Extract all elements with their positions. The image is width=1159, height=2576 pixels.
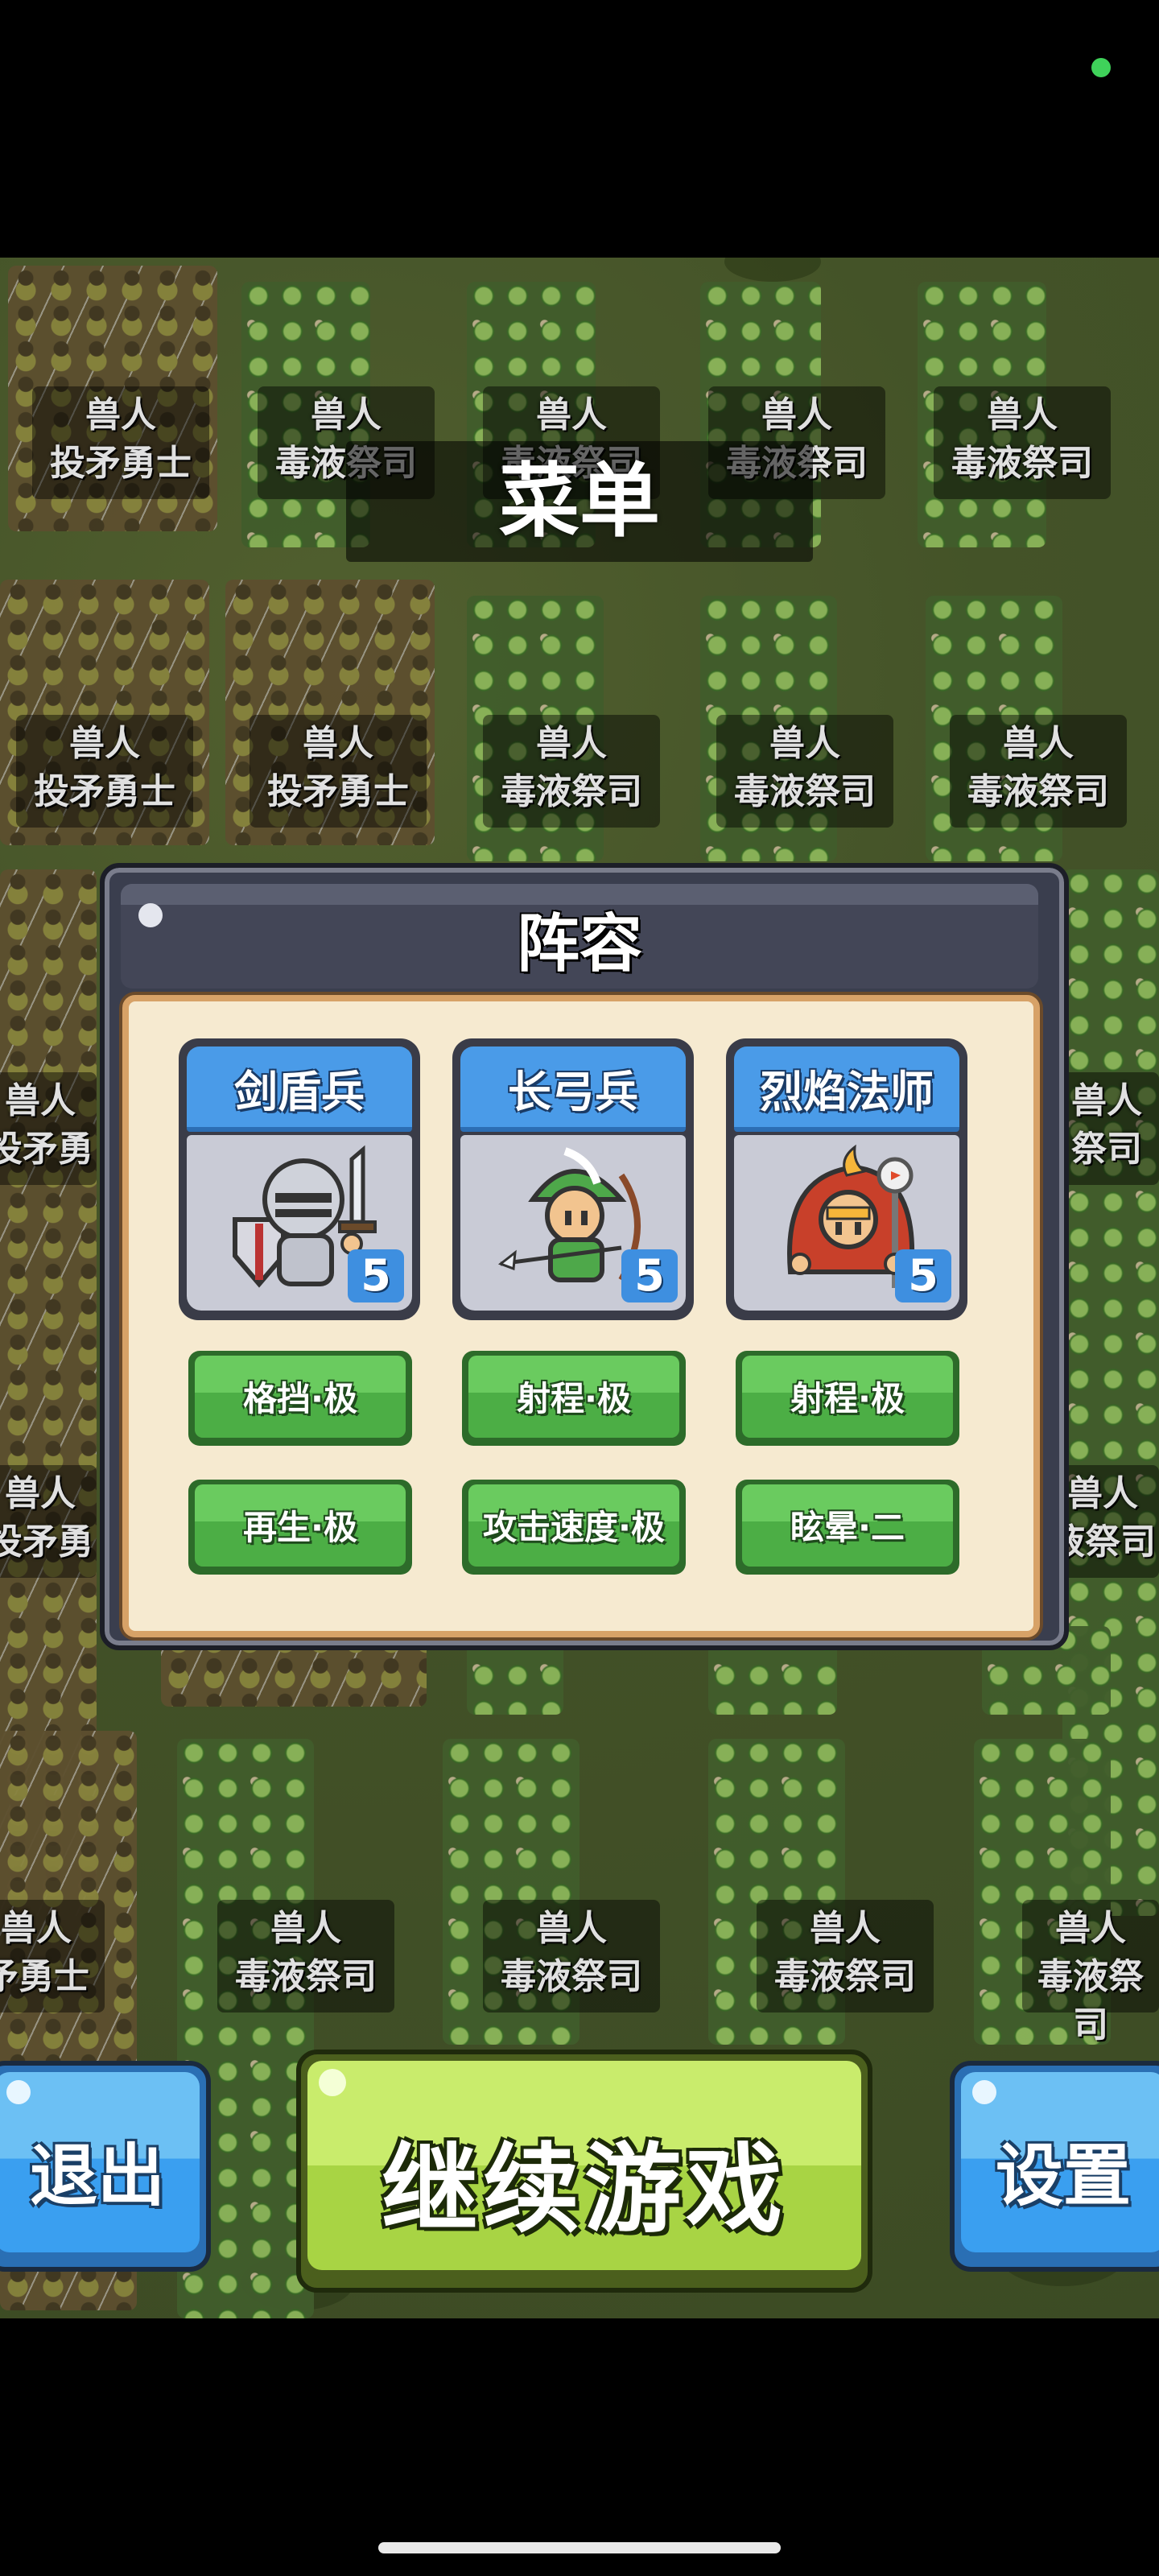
unit-count: 5 <box>621 1249 678 1302</box>
home-indicator[interactable] <box>378 2542 781 2553</box>
button-highlight-dot <box>972 2080 996 2104</box>
knight-icon: 5 <box>187 1135 412 1311</box>
skill-badge[interactable]: 射程·极 <box>462 1351 686 1446</box>
unit-label: 兽人毒液祭司 <box>950 715 1127 828</box>
skill-badge[interactable]: 攻击速度·极 <box>462 1480 686 1575</box>
shaman-troop <box>443 1739 580 2045</box>
unit-label: 兽人毒液祭司 <box>1022 1900 1159 2046</box>
unit-card-header: 剑盾兵 <box>187 1046 412 1132</box>
continue-game-button[interactable]: 继续游戏 <box>296 2050 872 2293</box>
shaman-troop <box>1062 869 1159 1916</box>
unit-label: 兽人 矛勇士 <box>0 1900 105 2013</box>
unit-label: 兽人 投矛勇 <box>0 1072 97 1185</box>
skill-badge[interactable]: 眩晕·二 <box>736 1480 959 1575</box>
quit-button-label: 退出 <box>29 2136 165 2215</box>
unit-card-header: 长弓兵 <box>460 1046 686 1132</box>
unit-label: 兽人毒液祭司 <box>934 386 1111 499</box>
button-highlight-dot <box>6 2080 31 2104</box>
unit-label: 兽人 投矛勇士 <box>16 715 193 828</box>
lineup-panel: 阵容 剑盾兵 5 长弓兵 5 烈焰法师 5 格挡·极 射程·极 射程·极 再生·… <box>100 863 1069 1650</box>
lineup-body: 剑盾兵 5 长弓兵 5 烈焰法师 5 格挡·极 射程·极 射程·极 再生·极 攻… <box>122 995 1040 1637</box>
archer-icon: 5 <box>460 1135 686 1311</box>
fire-mage-icon: 5 <box>734 1135 959 1311</box>
lineup-header: 阵容 <box>121 884 1038 989</box>
spearman-troop <box>0 869 97 1916</box>
shaman-troop <box>974 1739 1111 2045</box>
unit-card-fire-mage[interactable]: 烈焰法师 5 <box>726 1038 967 1320</box>
status-indicator-dot <box>1091 58 1111 77</box>
unit-label: 兽人毒液祭司 <box>757 1900 934 2013</box>
unit-label: 兽人毒液祭司 <box>483 1900 660 2013</box>
unit-card-sword-shield[interactable]: 剑盾兵 5 <box>179 1038 420 1320</box>
unit-label: 兽人 祭司 <box>1054 1072 1159 1185</box>
shaman-troop <box>918 282 1046 547</box>
shaman-troop <box>926 596 1062 861</box>
shaman-troop <box>708 1739 845 2045</box>
spearman-troop <box>0 580 209 845</box>
unit-label: 兽人毒液祭司 <box>716 715 893 828</box>
quit-button[interactable]: 退出 <box>0 2061 211 2272</box>
spearman-troop <box>8 266 217 531</box>
unit-label: 兽人 投矛勇士 <box>32 386 209 499</box>
lineup-title: 阵容 <box>516 908 642 980</box>
skill-badge[interactable]: 格挡·极 <box>188 1351 412 1446</box>
unit-label: 兽人 投矛勇 <box>0 1465 97 1578</box>
settings-button-label: 设置 <box>995 2136 1131 2215</box>
unit-card-header: 烈焰法师 <box>734 1046 959 1132</box>
shaman-troop <box>467 596 604 861</box>
unit-name: 长弓兵 <box>508 1067 638 1117</box>
unit-card-longbow[interactable]: 长弓兵 5 <box>452 1038 694 1320</box>
settings-button[interactable]: 设置 <box>950 2061 1159 2272</box>
skill-badge[interactable]: 再生·极 <box>188 1480 412 1575</box>
unit-label: 兽人 投矛勇士 <box>250 715 427 828</box>
unit-count: 5 <box>348 1249 404 1302</box>
button-highlight-dot <box>319 2069 346 2096</box>
skill-badge[interactable]: 射程·极 <box>736 1351 959 1446</box>
unit-name: 烈焰法师 <box>760 1067 934 1117</box>
continue-game-button-label: 继续游戏 <box>382 2134 787 2246</box>
menu-title: 菜单 <box>346 441 813 562</box>
unit-name: 剑盾兵 <box>234 1067 365 1117</box>
unit-label: 兽人毒液祭司 <box>483 715 660 828</box>
unit-count: 5 <box>895 1249 951 1302</box>
shaman-troop <box>700 596 837 861</box>
spearman-troop <box>225 580 435 845</box>
unit-label: 兽人毒液祭司 <box>217 1900 394 2013</box>
